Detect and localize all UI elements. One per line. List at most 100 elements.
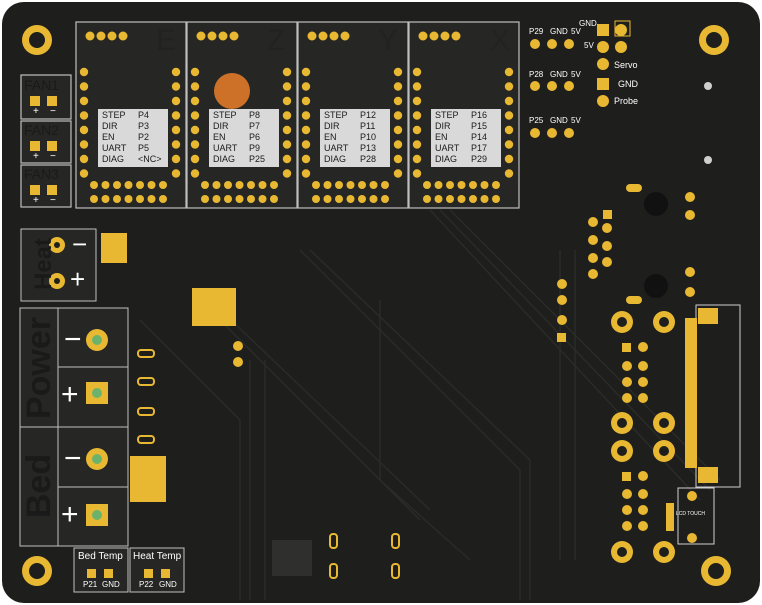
driver-bottom-pad [312,181,320,189]
driver-pin-pad [412,169,422,178]
driver-signal-label: DIAG [102,154,125,164]
driver-bottom-pad [247,181,255,189]
driver-pin-label: <NC> [138,154,162,164]
driver-pin-pad [412,154,422,164]
driver-header-pad [85,31,95,41]
driver-pin-label: P13 [360,143,377,153]
driver-pin-pad [504,169,514,178]
driver-pin-pad [190,154,200,164]
driver-pin-label: P10 [360,132,377,142]
driver-header-pad [218,31,228,41]
driver-pin-pad [171,169,181,178]
driver-bottom-pad [358,181,366,189]
driver-bottom-pad [480,195,489,203]
endstop-p29-pin: P29 [529,27,544,36]
endstop-p25-gnd: GND [550,116,568,125]
driver-pin-pad [393,111,403,120]
endstop-p29-5v: 5V [571,27,581,36]
probe-gnd-top-label: GND [579,19,597,28]
driver-pin-pad [282,125,292,135]
probe-gnd-label: GND [618,79,638,89]
driver-signal-label: DIR [213,121,229,131]
driver-signal-label: UART [213,143,238,153]
driver-pin-pad [282,67,292,77]
driver-bottom-pad [270,181,278,189]
endstop-p25-5v: 5V [571,116,581,125]
fan2-label: FAN2 [24,122,60,138]
lcd-touch-label: LCD TOUCH [676,511,705,517]
endstop-p25-pin: P25 [529,116,544,125]
driver-pin-pad [301,169,311,178]
driver-pin-pad [190,96,200,106]
driver-header-pad [418,31,428,41]
driver-bottom-pad [457,181,466,189]
driver-signal-label: UART [102,143,127,153]
driver-bottom-pad [247,195,255,203]
driver-pin-pad [171,67,181,77]
driver-signal-label: STEP [435,110,459,120]
driver-pin-pad [79,169,89,178]
driver-pin-pad [79,154,89,164]
driver-bottom-pad [90,181,98,189]
endstop-p28-pin: P28 [529,70,544,79]
driver-header-pad [107,31,117,41]
driver-bottom-pad [124,181,133,189]
driver-pin-pad [504,82,514,91]
driver-pin-pad [282,154,292,164]
driver-bottom-pad [335,181,343,189]
driver-bottom-pad [446,181,454,189]
fan1-minus: − [50,106,56,117]
driver-header-pad [451,31,461,41]
driver-header-pad [118,31,128,41]
driver-bottom-pad [124,195,133,203]
pcb-board: E Z Y X STEP P4 DIR P3 EN P2 UART P5 DIAG <NC> STE… [0,0,762,605]
driver-pin-label: P28 [360,154,377,164]
driver-header-pad [96,31,106,41]
bed-minus: − [64,442,82,475]
driver-pin-label: P25 [249,154,266,164]
driver-bottom-pad [113,195,121,203]
driver-signal-label: EN [102,132,115,142]
driver-pin-label: P3 [138,121,150,131]
driver-pin-label: P15 [471,121,488,131]
driver-bottom-pad [423,195,431,203]
driver-pin-pad [171,111,181,120]
driver-header-pad [229,31,239,41]
fan3-label: FAN3 [24,166,60,182]
power-label: Power [20,316,58,420]
probe-5v-label: 5V [584,41,594,50]
driver-pin-pad [190,67,200,77]
driver-bottom-pad [224,181,232,189]
driver-pin-pad [393,67,403,77]
driver-bottom-pad [492,181,500,189]
heat-temp-title: Heat Temp [133,551,182,562]
driver-header-pad [440,31,450,41]
driver-pin-pad [190,125,200,135]
fan2-plus: + [33,151,39,162]
driver-pin-pad [282,140,292,149]
pcb-artwork [2,2,760,603]
heat-plus: + [70,264,86,294]
driver-bottom-pad [480,181,489,189]
driver-bottom-pad [224,195,232,203]
driver-bottom-pad [90,195,98,203]
driver-signal-label: DIR [435,121,451,131]
driver-pin-pad [301,140,311,149]
driver-pin-label: P29 [471,154,488,164]
driver-bottom-pad [423,181,431,189]
fan2-minus: − [50,151,56,162]
driver-header-pad [340,31,350,41]
driver-pin-label: P4 [138,110,150,120]
driver-axis-x-label: X [490,24,511,57]
driver-pin-label: P5 [138,143,150,153]
driver-header-pad [318,31,328,41]
driver-pin-pad [79,82,89,91]
driver-bottom-pad [323,181,332,189]
driver-signal-label: DIR [102,121,118,131]
driver-pin-pad [412,111,422,120]
driver-bottom-pad [159,195,167,203]
driver-pin-pad [393,96,403,106]
driver-bottom-pad [101,181,110,189]
driver-pin-pad [301,125,311,135]
power-minus: − [64,323,82,356]
